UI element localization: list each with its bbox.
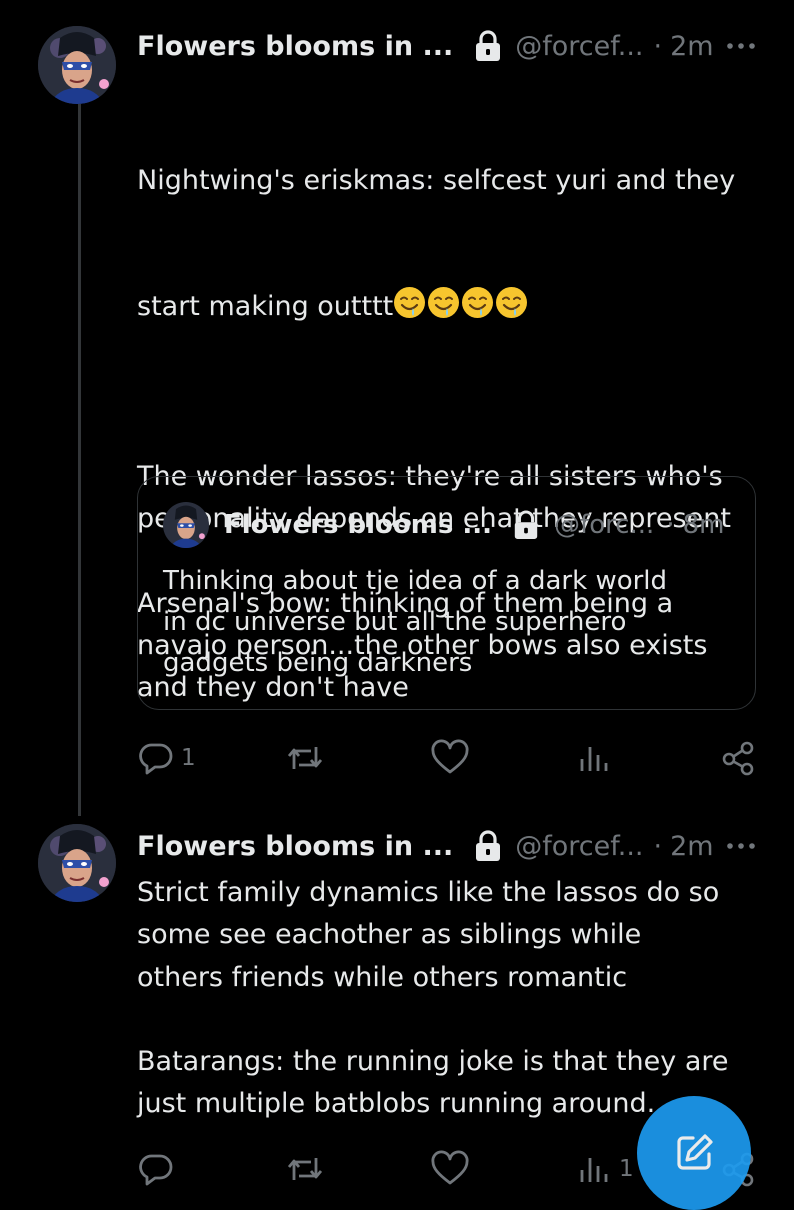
quoted-timestamp[interactable]: 8m bbox=[683, 510, 725, 540]
retweet-button[interactable] bbox=[285, 1150, 325, 1188]
retweet-icon bbox=[287, 1158, 323, 1180]
author-handle[interactable]: @forcef... bbox=[515, 31, 643, 62]
share-icon bbox=[722, 741, 754, 776]
quoted-avatar[interactable] bbox=[163, 502, 209, 548]
drooling-face-emoji bbox=[427, 286, 460, 319]
emoji-row bbox=[393, 287, 529, 322]
like-icon bbox=[431, 739, 469, 774]
lock-icon bbox=[473, 829, 503, 863]
separator-dot: · bbox=[653, 30, 663, 62]
compose-button[interactable] bbox=[637, 1096, 751, 1210]
retweet-icon bbox=[287, 747, 323, 769]
separator-dot: · bbox=[653, 830, 663, 862]
more-icon[interactable] bbox=[721, 26, 761, 66]
more-icon[interactable] bbox=[721, 826, 761, 866]
like-icon bbox=[431, 1150, 469, 1185]
views-icon bbox=[580, 747, 608, 771]
views-button[interactable]: 1 bbox=[575, 1150, 634, 1188]
retweet-button[interactable] bbox=[285, 739, 325, 777]
drooling-face-emoji bbox=[461, 286, 494, 319]
tweet-text-line: start making outttt bbox=[137, 291, 394, 323]
like-button[interactable] bbox=[430, 1150, 470, 1188]
timestamp[interactable]: 2m bbox=[670, 31, 713, 62]
reply-icon bbox=[139, 743, 173, 775]
tweet-text-line: Nightwing's eriskmas: selfcest yuri and … bbox=[137, 164, 736, 196]
author-handle[interactable]: @forcef... bbox=[515, 831, 643, 862]
views-button[interactable] bbox=[575, 739, 611, 777]
tweet-header: Flowers blooms in ... @forcef... · 2m bbox=[137, 826, 714, 866]
quoted-header: Flowers blooms ... @forc... · 8m bbox=[224, 505, 724, 545]
views-icon bbox=[580, 1158, 608, 1182]
lock-icon bbox=[473, 29, 503, 63]
lock-icon bbox=[512, 509, 540, 541]
reply-icon bbox=[139, 1154, 173, 1186]
reply-count: 1 bbox=[181, 745, 196, 771]
drooling-face-emoji bbox=[393, 286, 426, 319]
reply-button[interactable] bbox=[137, 1150, 175, 1188]
compose-icon bbox=[677, 1134, 713, 1170]
timestamp[interactable]: 2m bbox=[670, 831, 713, 862]
avatar[interactable] bbox=[38, 824, 116, 902]
reply-button[interactable]: 1 bbox=[137, 739, 196, 777]
share-button[interactable] bbox=[720, 739, 758, 777]
avatar[interactable] bbox=[38, 26, 116, 104]
tweet-header: Flowers blooms in ... @forcef... · 2m bbox=[137, 26, 714, 66]
quoted-author-handle[interactable]: @forc... bbox=[554, 510, 654, 540]
like-button[interactable] bbox=[430, 739, 470, 777]
separator-dot: · bbox=[666, 510, 675, 540]
drooling-face-emoji bbox=[495, 286, 528, 319]
author-name[interactable]: Flowers blooms in ... bbox=[137, 31, 453, 62]
tweet-1[interactable]: Flowers blooms in ... @forcef... · 2m Ni… bbox=[0, 0, 794, 820]
tweet-actions: 1 bbox=[0, 735, 794, 785]
author-name[interactable]: Flowers blooms in ... bbox=[137, 831, 453, 862]
tweet-text: Strict family dynamics like the lassos d… bbox=[137, 877, 729, 1120]
quoted-tweet[interactable]: Flowers blooms ... @forc... · 8m Thinkin… bbox=[137, 476, 756, 710]
quoted-text: Thinking about tje idea of a dark world … bbox=[163, 566, 668, 678]
views-count: 1 bbox=[619, 1156, 634, 1182]
quoted-author-name[interactable]: Flowers blooms ... bbox=[224, 510, 492, 540]
